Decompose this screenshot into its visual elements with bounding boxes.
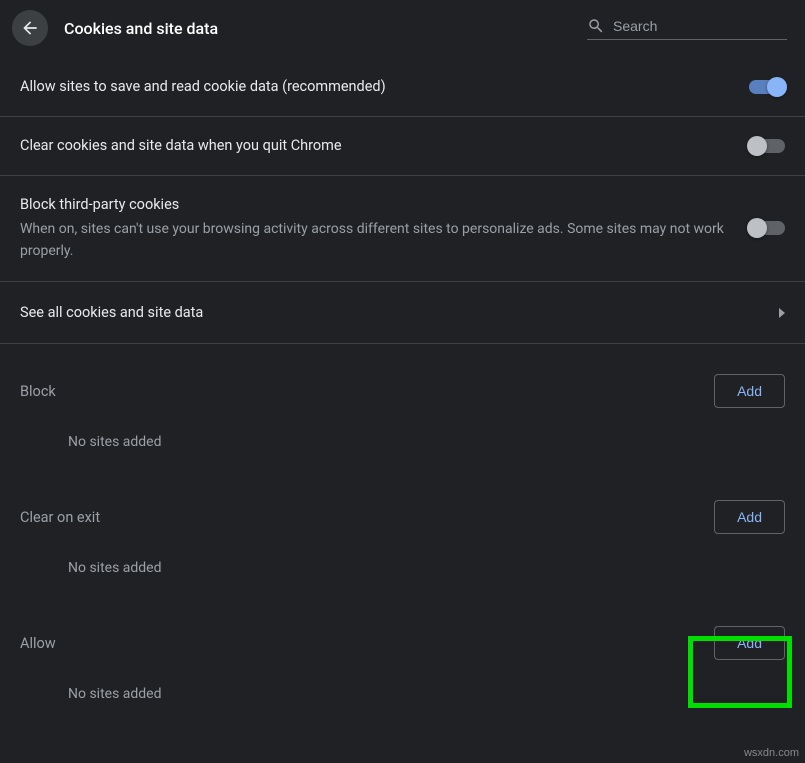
- watermark: wsxdn.com: [744, 747, 799, 759]
- toggle-block-third-party[interactable]: [749, 221, 785, 235]
- search-field[interactable]: [587, 17, 787, 40]
- section-title: Allow: [20, 635, 56, 652]
- chevron-right-icon: [779, 308, 785, 318]
- search-input[interactable]: [613, 18, 787, 34]
- section-title: Clear on exit: [20, 509, 100, 526]
- allow-empty-message: No sites added: [0, 676, 805, 722]
- back-button[interactable]: [12, 10, 48, 46]
- add-clear-on-exit-button[interactable]: Add: [714, 500, 785, 534]
- nav-label: See all cookies and site data: [20, 302, 203, 324]
- add-block-button[interactable]: Add: [714, 374, 785, 408]
- page-title: Cookies and site data: [64, 19, 571, 38]
- section-clear-on-exit-header: Clear on exit Add: [0, 470, 805, 550]
- block-empty-message: No sites added: [0, 424, 805, 470]
- section-title: Block: [20, 383, 56, 400]
- add-allow-button[interactable]: Add: [714, 626, 785, 660]
- arrow-left-icon: [20, 18, 40, 38]
- setting-label: Clear cookies and site data when you qui…: [20, 135, 725, 157]
- toggle-clear-on-quit[interactable]: [749, 139, 785, 153]
- clear-on-exit-empty-message: No sites added: [0, 550, 805, 596]
- section-allow-header: Allow Add: [0, 596, 805, 676]
- toggle-allow-cookies[interactable]: [749, 80, 785, 94]
- setting-block-third-party: Block third-party cookies When on, sites…: [0, 176, 805, 282]
- setting-label: Allow sites to save and read cookie data…: [20, 76, 725, 98]
- setting-label: Block third-party cookies: [20, 194, 725, 216]
- setting-allow-cookies: Allow sites to save and read cookie data…: [0, 58, 805, 117]
- section-block-header: Block Add: [0, 344, 805, 424]
- see-all-cookies-link[interactable]: See all cookies and site data: [0, 282, 805, 345]
- search-icon: [587, 17, 605, 35]
- setting-description: When on, sites can't use your browsing a…: [20, 219, 725, 262]
- setting-clear-on-quit: Clear cookies and site data when you qui…: [0, 117, 805, 176]
